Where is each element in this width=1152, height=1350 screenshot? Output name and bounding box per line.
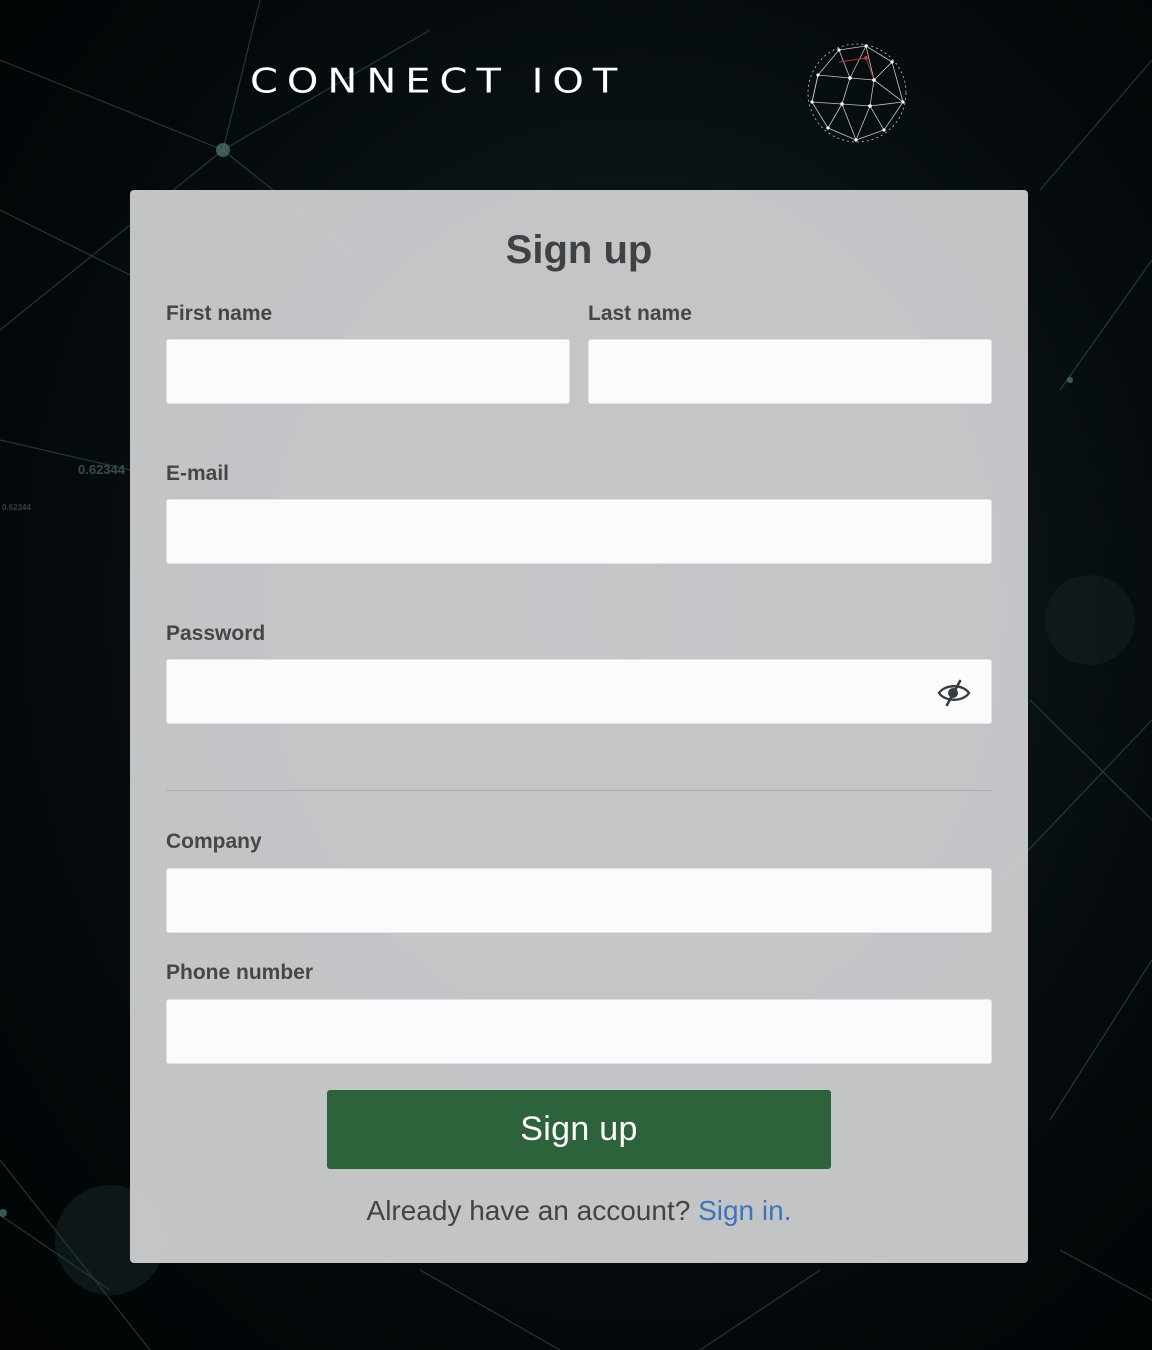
background-number: 0.62344: [78, 462, 125, 477]
password-field[interactable]: [166, 659, 992, 724]
sign-in-prompt: Already have an account? Sign in.: [130, 1195, 1028, 1227]
last-name-field[interactable]: [588, 339, 992, 404]
page-background: 0.62344 0.62344 CONNECT IOT Sign up Firs…: [0, 0, 1152, 1350]
email-label: E-mail: [166, 462, 230, 485]
section-divider: [166, 790, 992, 791]
sign-up-button[interactable]: Sign up: [327, 1090, 831, 1169]
company-label: Company: [166, 830, 262, 853]
background-number-small: 0.62344: [2, 503, 31, 512]
last-name-label: Last name: [588, 302, 692, 325]
brand-logo: CONNECT IOT: [250, 40, 910, 146]
globe-network-icon: [807, 43, 907, 143]
password-label: Password: [166, 622, 266, 645]
phone-number-label: Phone number: [166, 961, 314, 984]
sign-in-link[interactable]: Sign in.: [698, 1195, 791, 1226]
company-field[interactable]: [166, 868, 992, 933]
page-title: Sign up: [505, 228, 653, 272]
brand-logo-text: CONNECT IOT: [250, 62, 627, 102]
signup-card: Sign up First name Last name E-mail Pass…: [130, 190, 1028, 1263]
email-field[interactable]: [166, 499, 992, 564]
first-name-label: First name: [166, 302, 273, 325]
eye-slash-icon[interactable]: [936, 678, 972, 708]
first-name-field[interactable]: [166, 339, 570, 404]
phone-number-field[interactable]: [166, 999, 992, 1064]
sign-in-prompt-text: Already have an account?: [366, 1195, 699, 1226]
